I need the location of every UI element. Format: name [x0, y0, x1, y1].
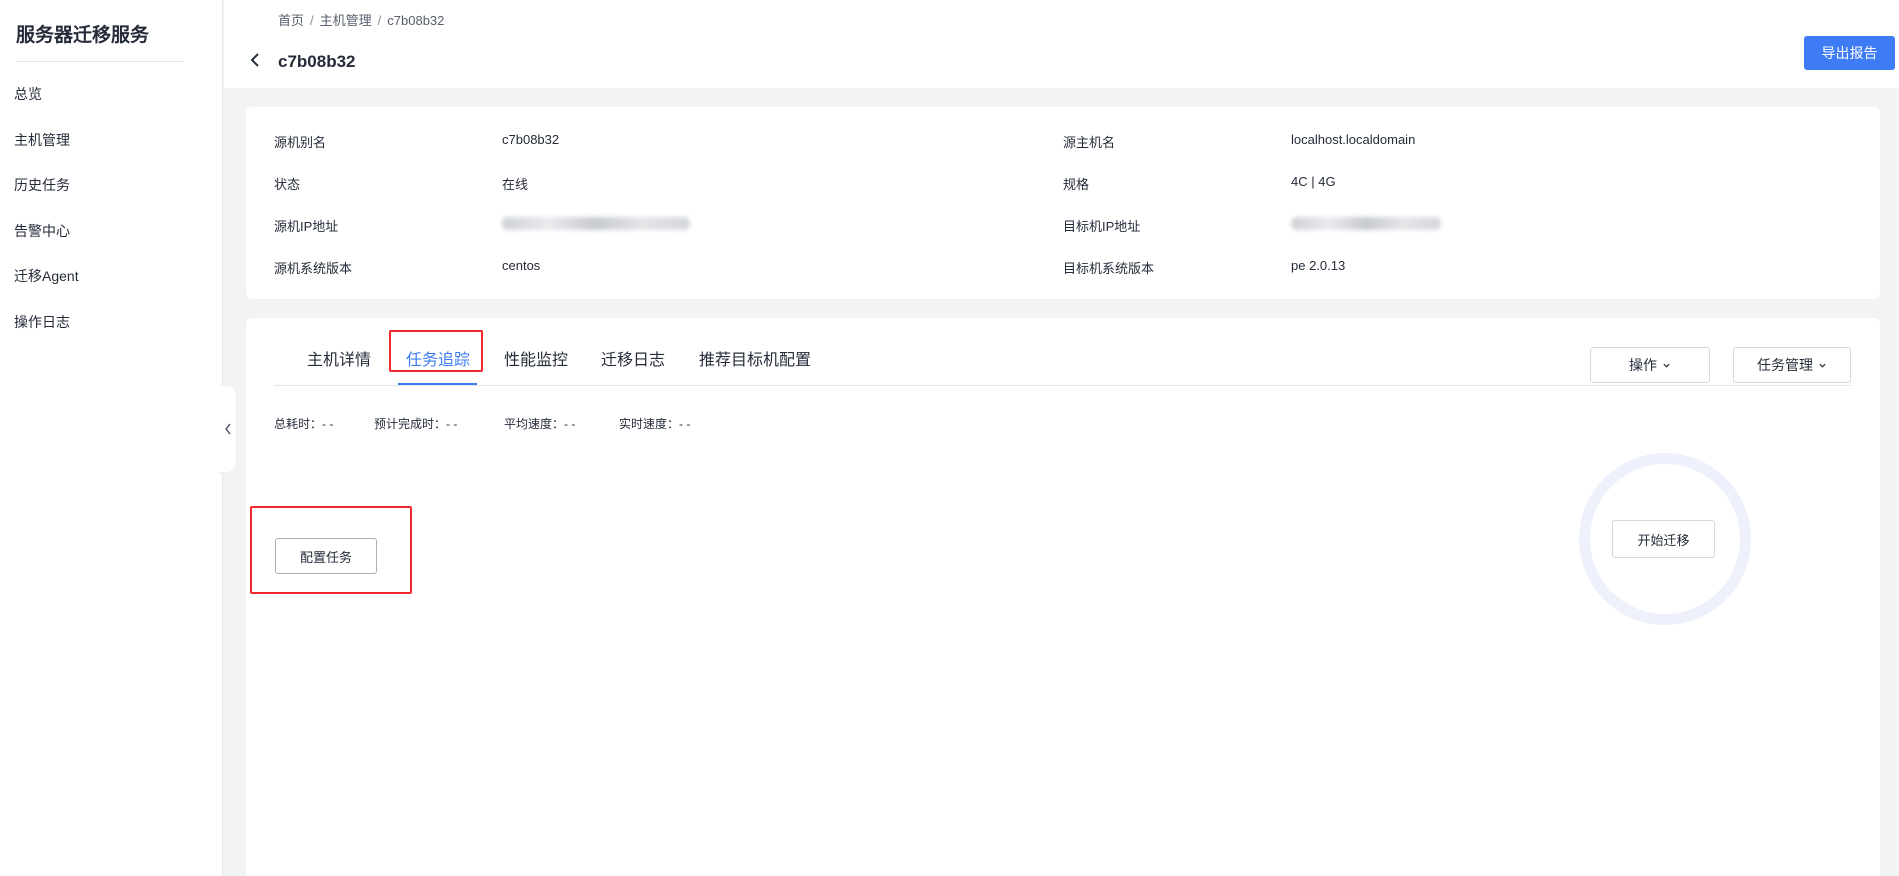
sidebar: 服务器迁移服务 总览 主机管理 历史任务 告警中心 迁移Agent 操作日志: [0, 0, 223, 876]
stat-total-time: 总耗时：- -: [274, 415, 333, 432]
source-hostname-value: localhost.localdomain: [1291, 132, 1416, 147]
sidebar-item-operation-log[interactable]: 操作日志: [14, 312, 70, 332]
stat-total-time-value: - -: [322, 417, 334, 431]
tab-host-details[interactable]: 主机详情: [307, 346, 371, 370]
page-title: c7b08b32: [278, 52, 356, 71]
tab-task-tracking[interactable]: 任务追踪: [406, 346, 470, 370]
status-label: 状态: [274, 177, 301, 192]
configure-task-button[interactable]: 配置任务: [275, 538, 377, 574]
sidebar-item-migration-agent[interactable]: 迁移Agent: [14, 266, 79, 286]
source-alias-label: 源机别名: [274, 135, 327, 150]
chevron-down-icon: [1819, 363, 1826, 368]
source-os-value: centos: [502, 258, 541, 273]
task-management-dropdown[interactable]: 任务管理: [1733, 347, 1851, 383]
tab-migration-log[interactable]: 迁移日志: [601, 346, 665, 370]
breadcrumb-current: c7b08b32: [387, 13, 445, 28]
stat-realtime-speed-value: - -: [679, 417, 691, 431]
stat-realtime-speed: 实时速度：- -: [619, 415, 690, 432]
operation-dropdown[interactable]: 操作: [1590, 347, 1710, 383]
task-management-dropdown-label: 任务管理: [1757, 357, 1813, 373]
back-arrow-icon[interactable]: [248, 52, 264, 68]
tab-performance-monitoring[interactable]: 性能监控: [504, 346, 568, 370]
task-tabs-card: 主机详情 任务追踪 性能监控 迁移日志 推荐目标机配置 操作 任务管理 总耗时：…: [246, 318, 1880, 876]
target-os-value: pe 2.0.13: [1291, 258, 1346, 273]
operation-dropdown-label: 操作: [1629, 357, 1657, 373]
source-ip-label: 源机IP地址: [274, 219, 339, 234]
source-hostname-label: 源主机名: [1063, 135, 1116, 150]
stat-average-speed-label: 平均速度：: [504, 417, 565, 431]
chevron-left-icon: [224, 423, 231, 435]
page-header: 首页 / 主机管理 / c7b08b32 c7b08b32 导出报告: [224, 0, 1899, 88]
breadcrumb-home[interactable]: 首页: [278, 13, 304, 28]
stat-estimated-completion: 预计完成时：- -: [374, 415, 457, 432]
spec-value: 4C | 4G: [1291, 174, 1336, 189]
target-ip-value-redacted: [1291, 217, 1441, 230]
tabs-divider: [274, 385, 1851, 386]
sidebar-item-host-management[interactable]: 主机管理: [14, 130, 70, 150]
breadcrumb-separator: /: [310, 13, 314, 28]
breadcrumb: 首页 / 主机管理 / c7b08b32: [278, 10, 444, 29]
tab-recommended-target-config[interactable]: 推荐目标机配置: [699, 346, 811, 370]
host-info-card: 源机别名 c7b08b32 状态 在线 源机IP地址 源机系统版本 centos…: [246, 107, 1880, 299]
spec-label: 规格: [1063, 177, 1090, 192]
source-os-label: 源机系统版本: [274, 261, 353, 276]
chevron-down-icon: [1663, 363, 1670, 368]
target-ip-label: 目标机IP地址: [1063, 219, 1141, 234]
breadcrumb-separator: /: [377, 13, 382, 28]
export-report-button[interactable]: 导出报告: [1804, 36, 1895, 70]
source-alias-value: c7b08b32: [502, 132, 560, 147]
sidebar-collapse-button[interactable]: [219, 385, 237, 473]
sidebar-divider: [16, 61, 184, 62]
active-tab-indicator: [398, 383, 477, 385]
target-os-label: 目标机系统版本: [1063, 261, 1155, 276]
stat-average-speed: 平均速度：- -: [504, 415, 575, 432]
sidebar-item-alarm-center[interactable]: 告警中心: [14, 221, 70, 241]
source-ip-value-redacted: [502, 217, 690, 230]
start-migration-button[interactable]: 开始迁移: [1612, 520, 1715, 558]
breadcrumb-host-management[interactable]: 主机管理: [320, 13, 372, 28]
stat-average-speed-value: - -: [564, 417, 576, 431]
stat-total-time-label: 总耗时：: [274, 417, 323, 431]
status-value: 在线: [502, 177, 529, 192]
stat-realtime-speed-label: 实时速度：: [619, 417, 680, 431]
sidebar-item-history-tasks[interactable]: 历史任务: [14, 175, 70, 195]
stat-estimated-completion-value: - -: [446, 417, 458, 431]
sidebar-title: 服务器迁移服务: [16, 25, 150, 46]
sidebar-item-overview[interactable]: 总览: [14, 84, 42, 104]
stat-estimated-completion-label: 预计完成时：: [374, 417, 447, 431]
